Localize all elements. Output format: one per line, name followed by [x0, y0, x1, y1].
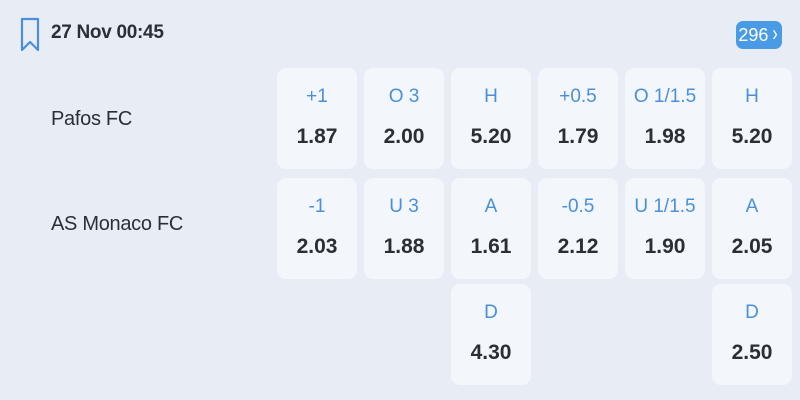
market-label: U 3 [389, 196, 419, 217]
odds-cell[interactable]: A 2.05 [712, 178, 792, 279]
odds-value: 2.00 [383, 125, 425, 148]
odds-value: 2.50 [731, 341, 773, 364]
odds-cell[interactable]: +0.5 1.79 [538, 68, 618, 169]
market-label: H [484, 86, 498, 107]
odds-value: 1.90 [644, 235, 686, 258]
odds-value: 1.79 [557, 125, 599, 148]
match-header: 27 Nov 00:45 296 › [0, 0, 800, 66]
more-markets-count: 296 [738, 24, 769, 45]
away-team-name: AS Monaco FC [51, 213, 184, 235]
odds-value: 2.12 [557, 235, 599, 258]
market-label: D [484, 302, 498, 323]
market-label: H [745, 86, 759, 107]
odds-cell[interactable]: D 4.30 [451, 284, 531, 385]
market-label: O 3 [388, 86, 420, 107]
odds-cell[interactable]: O 3 2.00 [364, 68, 444, 169]
odds-value: 4.30 [470, 341, 512, 364]
odds-cell[interactable]: O 1/1.5 1.98 [625, 68, 705, 169]
odds-value: 5.20 [470, 125, 512, 148]
odds-value: 5.20 [731, 125, 773, 148]
market-label: A [745, 196, 759, 217]
match-datetime: 27 Nov 00:45 [51, 22, 164, 43]
more-markets-button[interactable]: 296 › [736, 21, 782, 49]
odds-value: 2.05 [731, 235, 773, 258]
market-label: -1 [308, 196, 326, 217]
market-label: D [745, 302, 759, 323]
home-team-name: Pafos FC [51, 108, 132, 130]
market-label: +0.5 [559, 86, 597, 107]
odds-cell[interactable]: -1 2.03 [277, 178, 357, 279]
market-label: -0.5 [561, 196, 595, 217]
odds-value: 1.61 [470, 235, 512, 258]
odds-value: 1.98 [644, 125, 686, 148]
market-label: +1 [306, 86, 328, 107]
odds-value: 1.87 [296, 125, 338, 148]
odds-cell[interactable]: -0.5 2.12 [538, 178, 618, 279]
odds-cell[interactable]: +1 1.87 [277, 68, 357, 169]
market-label: A [484, 196, 498, 217]
market-label: U 1/1.5 [634, 196, 696, 217]
odds-cell[interactable]: A 1.61 [451, 178, 531, 279]
market-label: O 1/1.5 [633, 86, 697, 107]
odds-value: 1.88 [383, 235, 425, 258]
odds-cell[interactable]: U 1/1.5 1.90 [625, 178, 705, 279]
odds-cell[interactable]: U 3 1.88 [364, 178, 444, 279]
chevron-right-icon: › [772, 22, 778, 47]
odds-value: 2.03 [296, 235, 338, 258]
odds-cell[interactable]: H 5.20 [451, 68, 531, 169]
odds-cell[interactable]: H 5.20 [712, 68, 792, 169]
odds-cell[interactable]: D 2.50 [712, 284, 792, 385]
bookmark-icon[interactable] [20, 17, 40, 53]
